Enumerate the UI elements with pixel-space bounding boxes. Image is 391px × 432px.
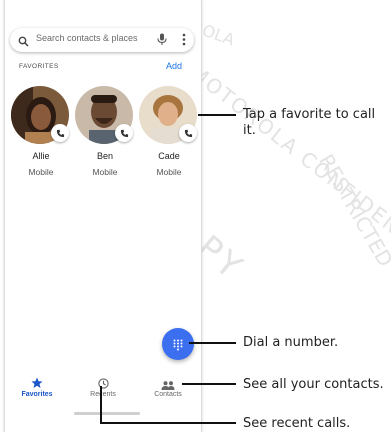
contact-name: Ben: [96, 151, 113, 161]
callout-line: [198, 114, 236, 116]
favorite-contact-allie[interactable]: Allie Mobile: [11, 86, 75, 186]
watermark-text: MOTOROLA CONFIDENTIAL: [185, 60, 391, 272]
phone-screen: Search contacts & places FAVORITES Add A…: [4, 0, 202, 432]
dialpad-button[interactable]: [162, 328, 194, 360]
tab-label: Recents: [90, 391, 116, 398]
callout-line: [100, 386, 102, 423]
contact-name: Cade: [158, 151, 180, 161]
favorite-contact-cade[interactable]: Cade Mobile: [139, 86, 203, 186]
tab-label: Contacts: [154, 391, 182, 398]
phone-icon[interactable]: [115, 124, 133, 142]
tab-contacts[interactable]: Contacts: [138, 372, 198, 412]
callout-line: [189, 342, 236, 344]
tab-favorites[interactable]: Favorites: [7, 372, 67, 412]
search-icon: [18, 34, 29, 52]
tab-recents[interactable]: Recents: [73, 372, 133, 412]
more-options-icon[interactable]: [182, 33, 186, 51]
tab-label: Favorites: [21, 391, 53, 398]
callout-dial: Dial a number.: [243, 335, 339, 350]
contact-number-type: Mobile: [28, 167, 54, 177]
contact-number-type: Mobile: [156, 167, 182, 177]
contact-name: Allie: [32, 151, 50, 161]
phone-icon[interactable]: [51, 124, 69, 142]
search-input[interactable]: Search contacts & places: [36, 33, 138, 43]
favorite-contact-ben[interactable]: Ben Mobile: [75, 86, 139, 186]
callout-recents: See recent calls.: [243, 416, 351, 431]
add-favorite-link[interactable]: Add: [166, 61, 182, 71]
favorites-heading: FAVORITES: [19, 63, 59, 70]
callout-favorite: Tap a favorite to call it.: [243, 107, 376, 138]
phone-icon[interactable]: [179, 124, 197, 142]
search-bar[interactable]: Search contacts & places: [10, 28, 194, 52]
contact-number-type: Mobile: [92, 167, 118, 177]
callout-line: [100, 422, 236, 424]
callout-contacts: See all your contacts.: [243, 377, 384, 392]
home-indicator[interactable]: [74, 412, 140, 415]
microphone-icon[interactable]: [157, 33, 167, 51]
dialpad-icon: [173, 338, 183, 356]
callout-line: [182, 383, 236, 385]
watermark-text: RESTRICTED: [314, 150, 391, 271]
